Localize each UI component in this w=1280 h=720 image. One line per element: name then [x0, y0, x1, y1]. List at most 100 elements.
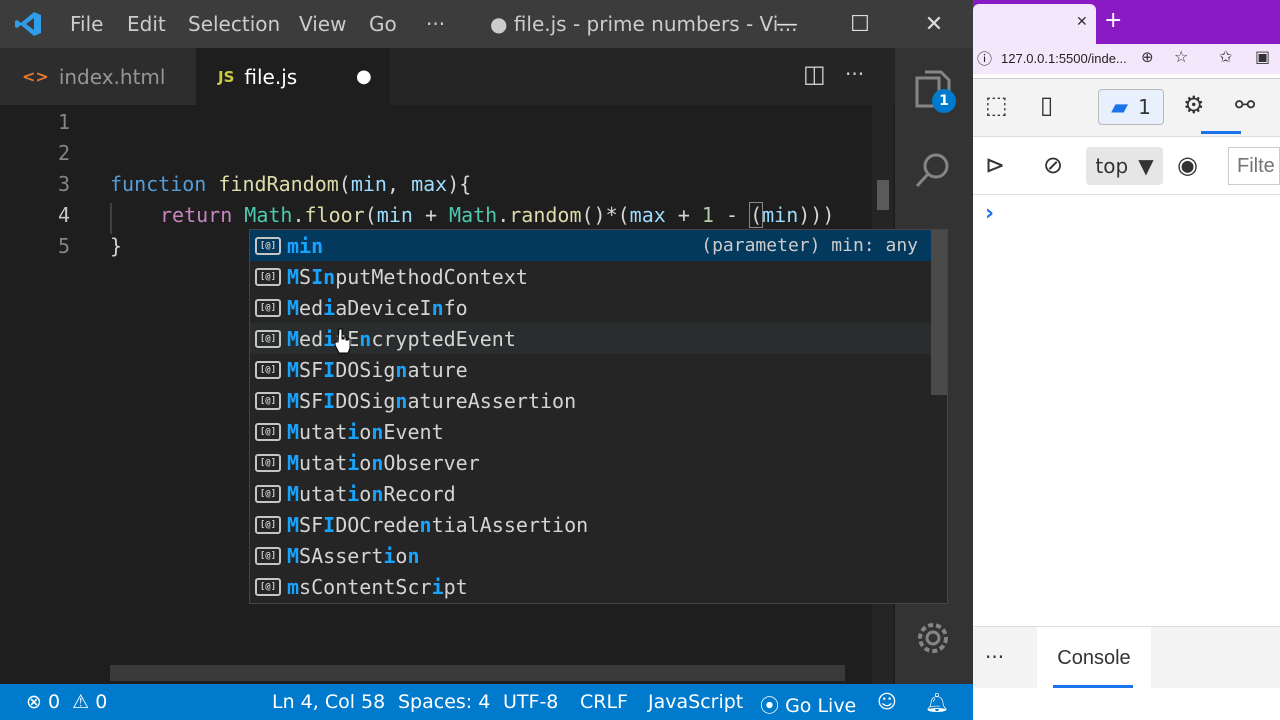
horizontal-scrollbar[interactable] — [110, 665, 845, 681]
keyword-token: function — [110, 172, 207, 196]
split-editor-icon[interactable]: ◫ — [803, 60, 826, 88]
js-file-icon: JS — [218, 67, 235, 86]
collections-icon[interactable]: ▣ — [1255, 47, 1270, 66]
code-line-4: return Math.floor(min + Math.random()*(m… — [160, 202, 834, 228]
eol-status[interactable]: CRLF — [580, 691, 628, 713]
language-mode[interactable]: JavaScript — [648, 691, 743, 713]
vscode-logo-icon — [15, 12, 41, 36]
punct-token: . — [497, 203, 510, 227]
warning-icon: ⚠ — [72, 691, 90, 713]
tab-file-js[interactable]: JS file.js ● — [196, 48, 390, 105]
browser-window: ✕ + ⓘ ⊕ ☆ ✩ ▣ 127.0.0.1:5500/inde... ⬚ ▯… — [973, 0, 1280, 720]
problems-status[interactable]: ⊗ 0 ⚠ 0 — [26, 691, 107, 713]
menu-file[interactable]: File — [70, 12, 103, 36]
suggest-scrollbar-thumb[interactable] — [931, 230, 947, 395]
menu-edit[interactable]: Edit — [127, 12, 166, 36]
suggestion-label: MutationRecord — [287, 481, 456, 506]
suggestion-item[interactable]: [@] min (parameter) min: any — [250, 230, 932, 261]
error-icon: ⊗ — [26, 691, 42, 713]
notifications-bell-icon[interactable]: 🔔︎ — [925, 691, 949, 714]
variable-symbol-icon: [@] — [255, 577, 281, 596]
error-count: 0 — [47, 691, 61, 713]
menu-selection[interactable]: Selection — [188, 12, 280, 36]
punct-token: } — [110, 234, 123, 258]
suggestion-item[interactable]: [@] MSFIDOSignature — [250, 354, 932, 385]
suggestion-item[interactable]: [@] msContentScript — [250, 571, 932, 602]
suggestion-label: msContentScript — [287, 574, 468, 599]
param-token: max — [411, 172, 448, 196]
more-actions-icon[interactable]: ··· — [845, 62, 864, 86]
suggestion-item[interactable]: [@] MutationObserver — [250, 447, 932, 478]
suggestion-item[interactable]: [@] MSInputMethodContext — [250, 261, 932, 292]
punct-token: ( — [749, 202, 764, 228]
suggestion-item[interactable]: [@] MediaDeviceInfo — [250, 292, 932, 323]
maximize-button[interactable]: ☐ — [840, 8, 880, 40]
line-number: 5 — [57, 234, 70, 258]
menu-more[interactable]: ··· — [426, 12, 445, 36]
menu-go[interactable]: Go — [369, 12, 397, 36]
scrollbar-thumb[interactable] — [877, 180, 889, 210]
variable-symbol-icon: [@] — [255, 453, 281, 472]
keyword-token: return — [160, 203, 233, 227]
tab-index-html[interactable]: <> index.html — [0, 48, 196, 105]
context-selector[interactable]: top ▼ — [1086, 147, 1163, 185]
window-title: ● file.js - prime numbers - Vi... — [490, 12, 798, 36]
settings-gear-icon[interactable] — [913, 618, 953, 658]
issues-button[interactable]: ▰ 1 — [1098, 89, 1164, 125]
feedback-icon[interactable]: ☺ — [877, 691, 897, 713]
live-expression-eye-icon[interactable]: ◉ — [1177, 151, 1198, 179]
new-tab-icon[interactable]: + — [1104, 8, 1122, 33]
devtools-toolbar: ⬚ ▯ ▰ 1 ⚙ ⚯ — [973, 79, 1280, 137]
line-number: 2 — [57, 141, 70, 165]
param-token: max — [629, 203, 666, 227]
device-emulation-icon[interactable]: ▯ — [1040, 91, 1053, 119]
tab-close-icon[interactable]: ✕ — [1076, 14, 1088, 30]
variable-symbol-icon: [@] — [255, 422, 281, 441]
show-sidebar-icon[interactable]: ⊳ — [985, 151, 1005, 179]
variable-symbol-icon: [@] — [255, 236, 281, 255]
minimize-button[interactable]: — — [767, 8, 807, 40]
devtools-drawer-tabs: ··· Console — [973, 626, 1280, 689]
tab-label: file.js — [244, 64, 298, 89]
indentation-status[interactable]: Spaces: 4 — [398, 691, 490, 713]
drawer-tab-console[interactable]: Console — [1037, 627, 1151, 689]
console-prompt-icon[interactable]: › — [985, 201, 994, 226]
go-live-label: Go Live — [785, 695, 857, 717]
url-text[interactable]: 127.0.0.1:5500/inde... — [973, 46, 1193, 70]
unsaved-dot-icon[interactable]: ● — [356, 66, 372, 87]
close-button[interactable]: ✕ — [914, 8, 954, 40]
explorer-badge: 1 — [932, 89, 956, 113]
suggestion-label: MSFIDOSignature — [287, 357, 468, 382]
autocomplete-widget[interactable]: [@] min (parameter) min: any [@] MSInputMeth… — [249, 229, 948, 604]
devtools-settings-gear-icon[interactable]: ⚙ — [1183, 91, 1205, 119]
suggestion-item[interactable]: [@] MSFIDOSignatureAssertion — [250, 385, 932, 416]
customize-devtools-icon[interactable]: ⚯ — [1235, 91, 1255, 119]
go-live-button[interactable]: ⦿ Go Live — [760, 691, 856, 718]
suggestion-label: MutationObserver — [287, 450, 480, 475]
context-label: top — [1095, 154, 1129, 178]
suggestion-item[interactable]: [@] MutationRecord — [250, 478, 932, 509]
punct-token: ( — [338, 172, 351, 196]
method-token: floor — [304, 203, 365, 227]
punct-token: - — [713, 203, 751, 227]
drawer-more-icon[interactable]: ··· — [985, 645, 1004, 669]
inspect-element-icon[interactable]: ⬚ — [985, 91, 1008, 119]
console-toolbar: ⊳ ⊘ top ▼ ◉ — [973, 137, 1280, 195]
suggestion-item[interactable]: [@] MSAssertion — [250, 540, 932, 571]
clear-console-icon[interactable]: ⊘ — [1043, 151, 1063, 179]
suggestion-item[interactable]: [@] MutationEvent — [250, 416, 932, 447]
line-number: 4 — [57, 203, 70, 227]
drawer-active-indicator — [1053, 685, 1133, 688]
encoding-status[interactable]: UTF-8 — [503, 691, 558, 713]
cursor-position[interactable]: Ln 4, Col 58 — [272, 691, 385, 713]
suggestion-item[interactable]: [@] MSFIDOCredentialAssertion — [250, 509, 932, 540]
menu-view[interactable]: View — [299, 12, 346, 36]
search-icon[interactable] — [913, 150, 953, 190]
suggestion-item[interactable]: [@] MediaEncryptedEvent — [250, 323, 932, 354]
code-line-5: } — [110, 234, 122, 258]
issues-message-icon: ▰ — [1111, 94, 1129, 120]
suggestion-label: MSAssertion — [287, 543, 420, 568]
console-filter-input[interactable] — [1228, 147, 1280, 185]
browser-tab[interactable]: ✕ — [973, 4, 1096, 44]
favorites-icon[interactable]: ✩ — [1219, 47, 1232, 66]
